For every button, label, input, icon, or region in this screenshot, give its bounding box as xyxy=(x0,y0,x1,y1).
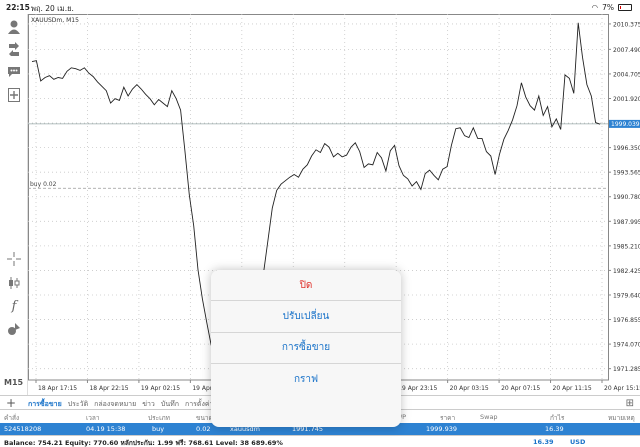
left-toolbar: f M15 xyxy=(0,14,28,395)
y-tick-label: 2001.920 xyxy=(613,96,640,103)
x-tick-label: 20 Apr 07:15 xyxy=(501,385,540,392)
y-tick-label: 1974.070 xyxy=(613,342,640,349)
x-tick-label: 20 Apr 11:15 xyxy=(553,385,592,392)
x-tick-label: 19 Apr 02:15 xyxy=(141,385,180,392)
action-sheet: ปิด ปรับเปลี่ยน การซื้อขาย กราฟ xyxy=(211,270,401,427)
chart-symbol-label: XAUUSDm, M15 xyxy=(31,17,79,24)
y-tick-label: 1976.855 xyxy=(613,317,640,324)
tab-2[interactable]: กล่องจดหมาย xyxy=(94,399,136,410)
y-tick-label: 1979.640 xyxy=(613,292,640,299)
y-tick-label: 1990.780 xyxy=(613,194,640,201)
col-header-11[interactable]: หมายเหตุ xyxy=(608,413,635,423)
cell-order: 524518208 xyxy=(4,425,42,433)
x-tick-label: 18 Apr 17:15 xyxy=(38,385,77,392)
candles-icon[interactable] xyxy=(5,274,23,292)
wifi-icon: ◠ xyxy=(591,3,599,12)
chart-button[interactable]: กราฟ xyxy=(211,364,401,396)
total-profit: 16.39 xyxy=(533,438,554,446)
status-bar: 22:15 พฤ. 20 เม.ย. ◠ 7% xyxy=(0,0,640,14)
objects-icon[interactable] xyxy=(5,320,23,338)
col-header-8[interactable]: ราคา xyxy=(440,413,455,423)
balance-bar: Balance: 754.21 Equity: 770.60 หลักประกั… xyxy=(0,435,640,447)
col-header-2[interactable]: ประเภท xyxy=(148,413,170,423)
bottom-tabs: การซื้อขาย ประวัติ กล่องจดหมาย ข่าว บันทึก กา… xyxy=(28,399,213,410)
y-tick-label: 1982.425 xyxy=(613,268,640,275)
new-order-icon[interactable] xyxy=(5,86,23,104)
tab-3[interactable]: ข่าว xyxy=(142,399,155,410)
col-header-10[interactable]: กำไร xyxy=(550,413,564,423)
trade-arrows-icon[interactable] xyxy=(5,40,23,58)
trade-button[interactable]: การซื้อขาย xyxy=(211,332,401,365)
battery-icon xyxy=(618,4,632,11)
x-tick-label: 18 Apr 22:15 xyxy=(89,385,128,392)
modify-order-button[interactable]: ปรับเปลี่ยน xyxy=(211,301,401,333)
battery-percent: 7% xyxy=(602,3,614,12)
col-header-9[interactable]: Swap xyxy=(480,413,498,421)
layout-settings-icon[interactable]: ⊞ xyxy=(626,398,634,409)
crosshair-icon[interactable] xyxy=(5,250,23,268)
chat-icon[interactable] xyxy=(5,63,23,81)
col-header-1[interactable]: เวลา xyxy=(86,413,100,423)
cell-type: buy xyxy=(152,425,165,433)
balance-text: Balance: 754.21 Equity: 770.60 หลักประกั… xyxy=(4,439,283,447)
account-icon[interactable] xyxy=(5,18,23,36)
y-tick-label: 1971.285 xyxy=(613,366,640,373)
y-tick-label: 1985.210 xyxy=(613,243,640,250)
x-tick-label: 20 Apr 03:15 xyxy=(450,385,489,392)
tab-4[interactable]: บันทึก xyxy=(161,399,179,410)
col-header-0[interactable]: คำสั่ง xyxy=(4,413,19,423)
current-price-label: 1999.039 xyxy=(611,121,640,128)
close-order-button[interactable]: ปิด xyxy=(211,270,401,302)
cell-current-price: 1999.939 xyxy=(426,425,458,433)
currency: USD xyxy=(570,438,586,446)
x-tick-label: 19 Apr 23:15 xyxy=(398,385,437,392)
tab-5[interactable]: การตั้งค่า xyxy=(185,399,214,410)
tab-1[interactable]: ประวัติ xyxy=(68,399,88,410)
y-tick-label: 2004.705 xyxy=(613,71,640,78)
cell-time: 04.19 15:38 xyxy=(86,425,126,433)
y-tick-label: 1993.565 xyxy=(613,170,640,177)
status-right: ◠ 7% xyxy=(592,3,632,12)
tab-0[interactable]: การซื้อขาย xyxy=(28,399,62,410)
buy-level-label: buy 0.02 xyxy=(30,181,57,188)
add-icon[interactable]: + xyxy=(6,396,16,410)
cell-size: 0.02 xyxy=(196,425,211,433)
y-tick-label: 1996.350 xyxy=(613,145,640,152)
timeframe-label[interactable]: M15 xyxy=(4,378,23,387)
status-time: 22:15 xyxy=(6,3,30,12)
y-tick-label: 1987.995 xyxy=(613,219,640,226)
cell-profit: 16.39 xyxy=(545,425,564,433)
y-tick-label: 2007.490 xyxy=(613,47,640,54)
x-tick-label: 20 Apr 15:15 xyxy=(604,385,640,392)
y-tick-label: 2010.375 xyxy=(613,21,640,28)
indicator-f-icon[interactable]: f xyxy=(5,297,23,315)
